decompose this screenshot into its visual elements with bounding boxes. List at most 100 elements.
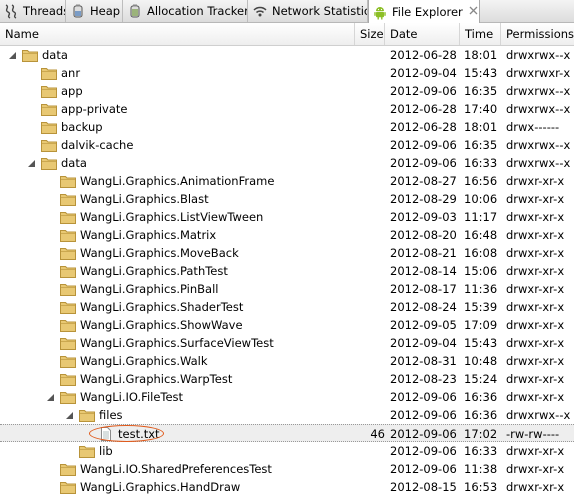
folder-icon xyxy=(41,156,57,170)
row-permissions: drwxr-xr-x xyxy=(506,318,565,332)
row-permissions: drwxr-xr-x xyxy=(506,210,565,224)
table-row[interactable]: WangLi.Graphics.Blast 2012-08-29 10:06 drwx… xyxy=(0,190,574,208)
row-name: WangLi.Graphics.PathTest xyxy=(80,264,228,278)
tab-label: Allocation Tracker xyxy=(147,4,248,18)
row-name: dalvik-cache xyxy=(61,138,134,152)
table-row[interactable]: anr 2012-09-04 15:43 drwxrwxr-x xyxy=(0,64,574,82)
row-permissions: drwxr-xr-x xyxy=(506,480,565,494)
row-permissions: drwxr-xr-x xyxy=(506,300,565,314)
row-size xyxy=(357,478,385,496)
table-row[interactable]: app-private 2012-06-28 17:40 drwxrwx--x xyxy=(0,100,574,118)
tab-allocation-tracker[interactable]: Allocation Tracker xyxy=(124,0,248,22)
row-name: WangLi.Graphics.MoveBack xyxy=(80,246,239,260)
row-name: files xyxy=(99,408,123,422)
table-row[interactable]: WangLi.Graphics.AnimationFrame 2012-08-27… xyxy=(0,172,574,190)
table-row[interactable]: WangLi.Graphics.PinBall 2012-08-17 11:36 dr… xyxy=(0,280,574,298)
table-row[interactable]: data 2012-09-06 16:33 drwxrwx--x xyxy=(0,154,574,172)
tab-threads[interactable]: Threads xyxy=(0,0,66,22)
row-time: 15:06 xyxy=(464,264,498,278)
tab-file-explorer[interactable]: File Explorer xyxy=(368,0,480,23)
android-icon xyxy=(372,4,388,20)
table-row[interactable]: WangLi.IO.FileTest 2012-09-06 16:36 drwxr-x… xyxy=(0,388,574,406)
column-size-header[interactable]: Size xyxy=(355,23,385,45)
table-row[interactable]: WangLi.Graphics.Walk 2012-08-31 10:48 drwxr… xyxy=(0,352,574,370)
table-row[interactable]: WangLi.Graphics.Matrix 2012-08-20 16:48 drw… xyxy=(0,226,574,244)
row-time: 11:38 xyxy=(464,462,498,476)
column-name-header[interactable]: Name xyxy=(0,23,355,45)
row-size xyxy=(357,460,385,478)
row-date: 2012-08-23 xyxy=(390,372,457,386)
row-time: 18:01 xyxy=(464,48,498,62)
table-row[interactable]: WangLi.Graphics.MoveBack 2012-08-21 16:08 d… xyxy=(0,244,574,262)
row-permissions: drwxrwx--x xyxy=(506,138,571,152)
table-row[interactable]: files 2012-09-06 16:36 drwxrwx--x xyxy=(0,406,574,424)
row-size xyxy=(357,244,385,262)
row-time: 17:02 xyxy=(464,427,498,441)
row-time: 17:40 xyxy=(464,102,498,116)
tab-label: Threads xyxy=(23,4,66,18)
table-row[interactable]: lib 2012-09-06 16:33 drwxr-xr-x xyxy=(0,442,574,460)
row-size xyxy=(357,280,385,298)
row-permissions: drwxr-xr-x xyxy=(506,174,565,188)
row-name: data xyxy=(61,156,87,170)
row-permissions: drwxrwx--x xyxy=(506,156,571,170)
row-permissions: drwxr-xr-x xyxy=(506,390,565,404)
heap-icon xyxy=(70,3,86,19)
row-date: 2012-08-17 xyxy=(390,282,457,296)
row-name: WangLi.Graphics.HandDraw xyxy=(80,480,241,494)
expand-arrow-icon[interactable] xyxy=(27,159,36,168)
row-name: WangLi.IO.FileTest xyxy=(80,390,184,404)
column-permissions-header[interactable]: Permissions xyxy=(501,23,574,45)
folder-icon xyxy=(60,390,76,404)
row-date: 2012-09-06 xyxy=(390,427,457,441)
file-icon xyxy=(98,427,114,441)
folder-icon xyxy=(60,300,76,314)
expand-arrow-icon[interactable] xyxy=(65,411,74,420)
table-row[interactable]: app 2012-09-06 16:35 drwxrwx--x xyxy=(0,82,574,100)
expand-arrow-icon[interactable] xyxy=(8,51,17,60)
table-row[interactable]: WangLi.Graphics.ShaderTest 2012-08-24 15:3… xyxy=(0,298,574,316)
table-row[interactable]: WangLi.Graphics.PathTest 2012-08-14 15:06 d… xyxy=(0,262,574,280)
folder-icon xyxy=(60,210,76,224)
column-header: Name Size Date Time Permissions xyxy=(0,23,574,46)
row-date: 2012-08-31 xyxy=(390,354,457,368)
row-name: test.txt xyxy=(118,427,160,441)
expand-arrow-icon[interactable] xyxy=(46,393,55,402)
allocation-tracker-icon xyxy=(127,3,143,19)
column-time-header[interactable]: Time xyxy=(460,23,501,45)
row-date: 2012-06-28 xyxy=(390,102,457,116)
table-row[interactable]: WangLi.Graphics.ListViewTween 2012-09-03 1… xyxy=(0,208,574,226)
row-size xyxy=(357,406,385,424)
row-time: 16:35 xyxy=(464,138,498,152)
column-date-header[interactable]: Date xyxy=(385,23,460,45)
table-row[interactable]: WangLi.Graphics.HandDraw 2012-08-15 16:53 d… xyxy=(0,478,574,496)
table-row[interactable]: data 2012-06-28 18:01 drwxrwx--x xyxy=(0,46,574,64)
row-name: WangLi.Graphics.ListViewTween xyxy=(80,210,264,224)
folder-icon xyxy=(60,192,76,206)
row-permissions: drwxrwx--x xyxy=(506,102,571,116)
row-time: 10:48 xyxy=(464,354,498,368)
row-time: 11:36 xyxy=(464,282,498,296)
row-time: 15:43 xyxy=(464,336,498,350)
row-name: anr xyxy=(61,66,81,80)
table-row[interactable]: WangLi.Graphics.ShowWave 2012-09-05 17:09 d… xyxy=(0,316,574,334)
row-permissions: drwxrwx--x xyxy=(506,48,571,62)
close-icon[interactable] xyxy=(469,5,478,18)
table-row[interactable]: backup 2012-06-28 18:01 drwx------ xyxy=(0,118,574,136)
row-name: WangLi.Graphics.ShaderTest xyxy=(80,300,244,314)
folder-icon xyxy=(60,246,76,260)
table-row[interactable]: test.txt 46 2012-09-06 17:02 -rw-rw---- xyxy=(0,424,574,442)
view-tab-bar: Threads Heap Allocation Tracker Network … xyxy=(0,0,574,23)
row-date: 2012-08-20 xyxy=(390,228,457,242)
table-row[interactable]: dalvik-cache 2012-09-06 16:35 drwxrwx--x xyxy=(0,136,574,154)
tab-heap[interactable]: Heap xyxy=(67,0,123,22)
table-row[interactable]: WangLi.Graphics.WarpTest 2012-08-23 15:24 d… xyxy=(0,370,574,388)
table-row[interactable]: WangLi.IO.SharedPreferencesTest 2012-09-0… xyxy=(0,460,574,478)
table-row[interactable]: WangLi.Graphics.SurfaceViewTest 2012-09-0… xyxy=(0,334,574,352)
tab-network-statistics[interactable]: Network Statistics xyxy=(249,0,368,22)
row-date: 2012-08-15 xyxy=(390,480,457,494)
row-date: 2012-09-06 xyxy=(390,462,457,476)
name-cell: WangLi.Graphics.MoveBack xyxy=(60,244,239,262)
folder-icon xyxy=(60,354,76,368)
folder-icon xyxy=(60,318,76,332)
